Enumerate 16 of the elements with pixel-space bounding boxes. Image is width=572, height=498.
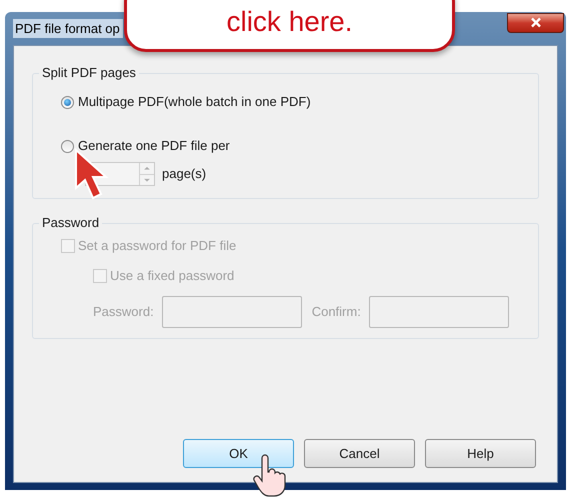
close-icon bbox=[530, 17, 542, 28]
field-label: Confirm: bbox=[312, 303, 361, 322]
radio-button[interactable] bbox=[61, 96, 74, 108]
radio-label[interactable]: Multipage PDF(whole batch in one PDF) bbox=[78, 92, 311, 112]
radio-button[interactable] bbox=[61, 140, 74, 152]
hand-cursor-icon bbox=[252, 454, 286, 498]
dialog-button[interactable]: Help bbox=[425, 439, 536, 468]
callout-text: click here. bbox=[226, 7, 353, 37]
radio-label[interactable]: Generate one PDF file per bbox=[78, 136, 230, 156]
group-title: Split PDF pages bbox=[39, 65, 139, 81]
pages-unit-label: page(s) bbox=[162, 165, 206, 184]
dialog-button[interactable]: OK bbox=[183, 439, 294, 468]
window-title: PDF file format op bbox=[13, 18, 123, 38]
close-button[interactable] bbox=[507, 12, 564, 32]
dialog-button[interactable]: Cancel bbox=[304, 439, 415, 468]
field-label: Password: bbox=[93, 303, 154, 322]
